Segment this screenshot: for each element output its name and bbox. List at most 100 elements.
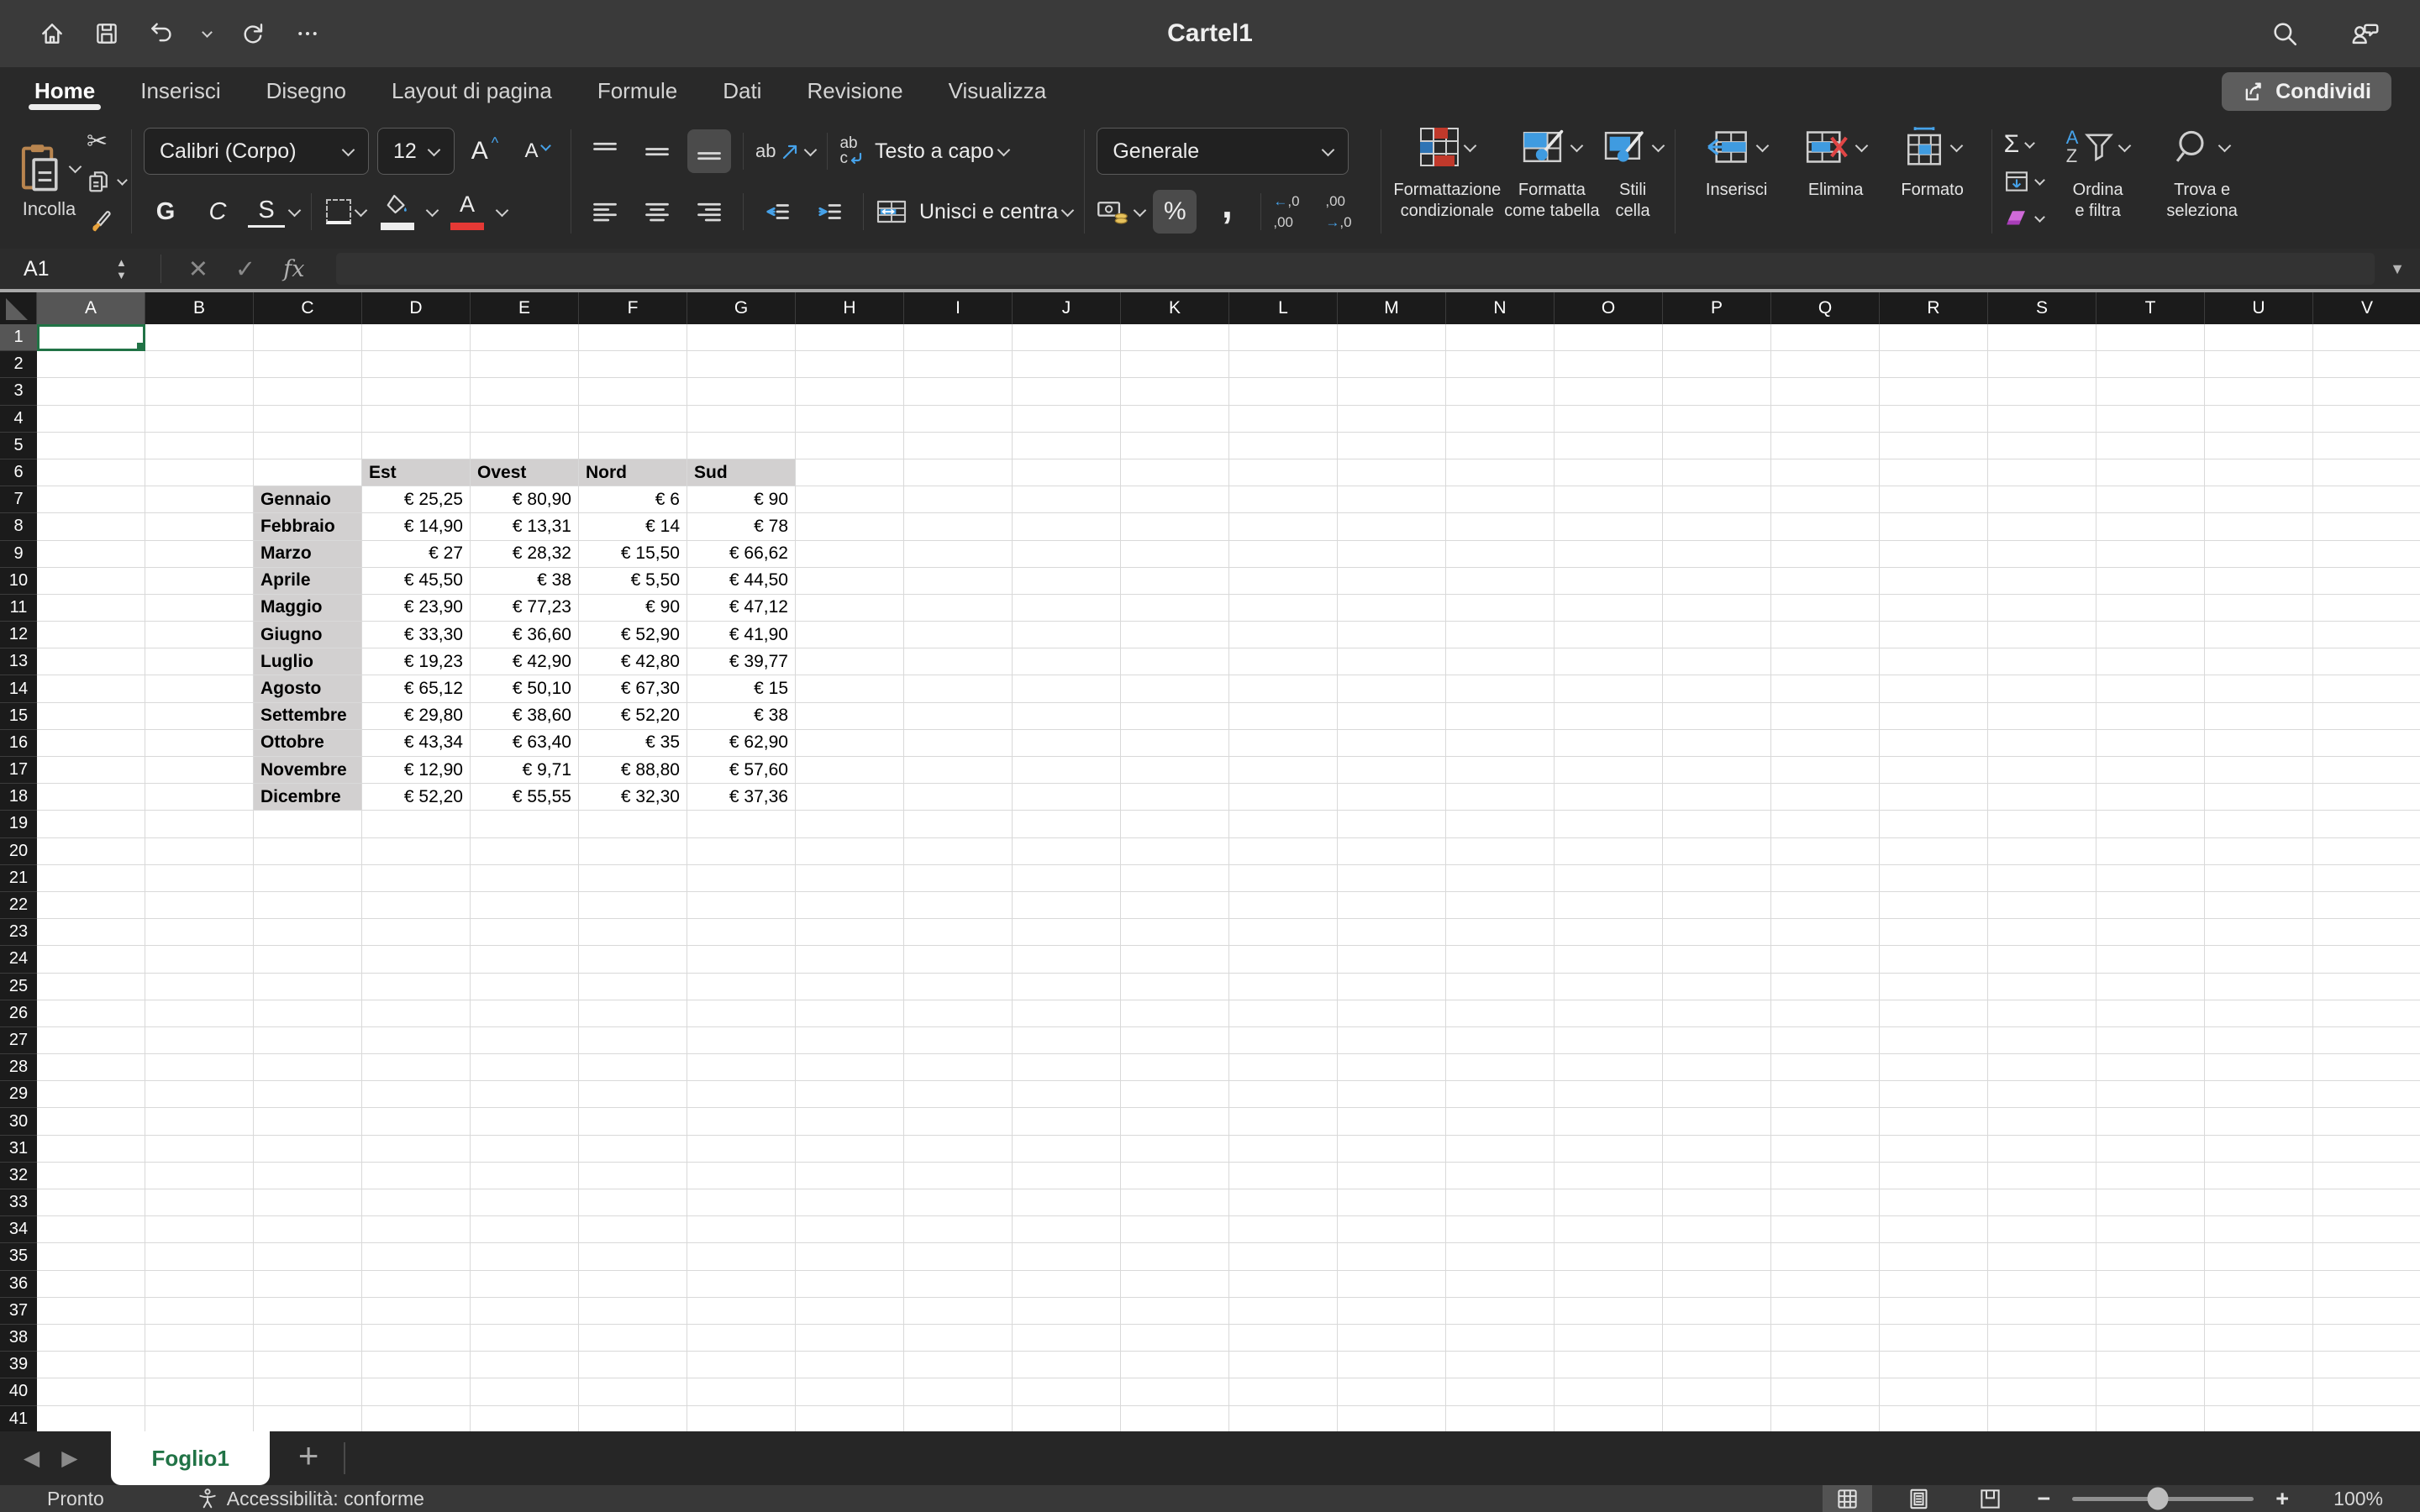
cell-A22[interactable] (37, 892, 145, 919)
cell-G12[interactable]: € 41,90 (687, 622, 796, 648)
cell-K3[interactable] (1121, 378, 1229, 405)
cell-E7[interactable]: € 80,90 (471, 486, 579, 513)
cell-M13[interactable] (1338, 648, 1446, 675)
cell-H3[interactable] (796, 378, 904, 405)
cell-U9[interactable] (2205, 541, 2313, 568)
cell-E31[interactable] (471, 1136, 579, 1163)
cell-H14[interactable] (796, 675, 904, 702)
cell-T4[interactable] (2096, 406, 2205, 433)
cell-I27[interactable] (904, 1027, 1013, 1054)
cell-K32[interactable] (1121, 1163, 1229, 1189)
cell-O28[interactable] (1555, 1054, 1663, 1081)
cell-U34[interactable] (2205, 1216, 2313, 1243)
cell-A21[interactable] (37, 865, 145, 892)
cell-L8[interactable] (1229, 513, 1338, 540)
cell-E17[interactable]: € 9,71 (471, 757, 579, 784)
tab-layout-di-pagina[interactable]: Layout di pagina (369, 67, 575, 114)
cell-L9[interactable] (1229, 541, 1338, 568)
cell-B29[interactable] (145, 1081, 254, 1108)
cell-I22[interactable] (904, 892, 1013, 919)
cell-N10[interactable] (1446, 568, 1555, 595)
cell-B16[interactable] (145, 730, 254, 757)
cell-O19[interactable] (1555, 811, 1663, 837)
cell-V23[interactable] (2313, 919, 2420, 946)
cell-E14[interactable]: € 50,10 (471, 675, 579, 702)
cell-N35[interactable] (1446, 1243, 1555, 1270)
cell-U1[interactable] (2205, 324, 2313, 351)
cell-V10[interactable] (2313, 568, 2420, 595)
cell-Q10[interactable] (1771, 568, 1880, 595)
cell-S10[interactable] (1988, 568, 2096, 595)
cell-E27[interactable] (471, 1027, 579, 1054)
cell-C40[interactable] (254, 1378, 362, 1405)
cell-T13[interactable] (2096, 648, 2205, 675)
tab-dati[interactable]: Dati (700, 67, 784, 114)
cell-M8[interactable] (1338, 513, 1446, 540)
cell-M19[interactable] (1338, 811, 1446, 837)
cell-B1[interactable] (145, 324, 254, 351)
cell-H16[interactable] (796, 730, 904, 757)
cell-L13[interactable] (1229, 648, 1338, 675)
cell-I36[interactable] (904, 1271, 1013, 1298)
cell-V20[interactable] (2313, 838, 2420, 865)
paste-menu-chevron-icon[interactable] (69, 160, 82, 174)
cell-H7[interactable] (796, 486, 904, 513)
cell-H28[interactable] (796, 1054, 904, 1081)
cell-R14[interactable] (1880, 675, 1988, 702)
cell-O11[interactable] (1555, 595, 1663, 622)
copy-menu-chevron-icon[interactable] (117, 175, 128, 186)
cell-B36[interactable] (145, 1271, 254, 1298)
cell-F25[interactable] (579, 974, 687, 1000)
cell-C35[interactable] (254, 1243, 362, 1270)
cell-I13[interactable] (904, 648, 1013, 675)
cell-J19[interactable] (1013, 811, 1121, 837)
cell-M22[interactable] (1338, 892, 1446, 919)
column-header-G[interactable]: G (687, 292, 796, 324)
merge-center-button[interactable]: Unisci e centra (876, 190, 1072, 234)
cell-S33[interactable] (1988, 1189, 2096, 1216)
cell-T26[interactable] (2096, 1000, 2205, 1027)
cell-T36[interactable] (2096, 1271, 2205, 1298)
cell-S12[interactable] (1988, 622, 2096, 648)
cell-I26[interactable] (904, 1000, 1013, 1027)
cell-I41[interactable] (904, 1406, 1013, 1433)
cell-O39[interactable] (1555, 1352, 1663, 1378)
cell-F1[interactable] (579, 324, 687, 351)
cell-G10[interactable]: € 44,50 (687, 568, 796, 595)
cell-V35[interactable] (2313, 1243, 2420, 1270)
cell-J20[interactable] (1013, 838, 1121, 865)
cell-N20[interactable] (1446, 838, 1555, 865)
cell-U30[interactable] (2205, 1108, 2313, 1135)
cell-U2[interactable] (2205, 351, 2313, 378)
cell-R8[interactable] (1880, 513, 1988, 540)
search-icon[interactable] (2270, 19, 2299, 48)
cell-V24[interactable] (2313, 946, 2420, 973)
cell-S31[interactable] (1988, 1136, 2096, 1163)
cell-M41[interactable] (1338, 1406, 1446, 1433)
cell-B14[interactable] (145, 675, 254, 702)
cell-styles-button[interactable]: Stilicella (1603, 114, 1663, 249)
cell-C1[interactable] (254, 324, 362, 351)
cell-I25[interactable] (904, 974, 1013, 1000)
cell-V25[interactable] (2313, 974, 2420, 1000)
cell-I19[interactable] (904, 811, 1013, 837)
cell-R24[interactable] (1880, 946, 1988, 973)
cell-R4[interactable] (1880, 406, 1988, 433)
cell-P32[interactable] (1663, 1163, 1771, 1189)
cell-H21[interactable] (796, 865, 904, 892)
cell-B38[interactable] (145, 1325, 254, 1352)
cell-E24[interactable] (471, 946, 579, 973)
cell-Q33[interactable] (1771, 1189, 1880, 1216)
column-header-S[interactable]: S (1988, 292, 2096, 324)
cell-T20[interactable] (2096, 838, 2205, 865)
row-header-1[interactable]: 1 (0, 324, 37, 351)
cell-K10[interactable] (1121, 568, 1229, 595)
cell-V39[interactable] (2313, 1352, 2420, 1378)
cell-R27[interactable] (1880, 1027, 1988, 1054)
cell-E9[interactable]: € 28,32 (471, 541, 579, 568)
cell-I4[interactable] (904, 406, 1013, 433)
cell-R25[interactable] (1880, 974, 1988, 1000)
cell-V31[interactable] (2313, 1136, 2420, 1163)
cell-F27[interactable] (579, 1027, 687, 1054)
cell-N4[interactable] (1446, 406, 1555, 433)
